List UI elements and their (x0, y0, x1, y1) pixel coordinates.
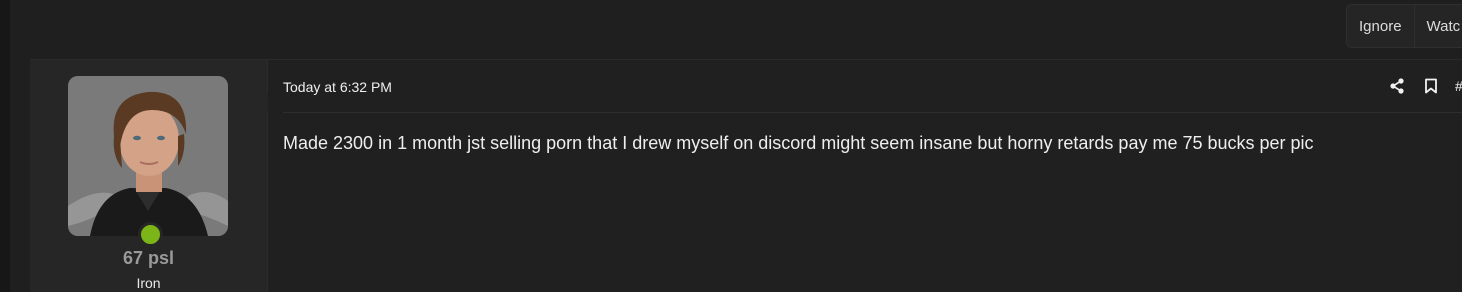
post-user-cell: 67 psl Iron (30, 60, 268, 292)
post: 67 psl Iron Today at 6:32 PM Made 2300 i… (30, 59, 1462, 292)
share-icon[interactable] (1387, 76, 1407, 96)
ignore-button[interactable]: Ignore (1347, 5, 1415, 47)
left-rail (0, 0, 10, 292)
post-number-link[interactable]: # (1455, 78, 1462, 94)
post-tools: # (1387, 76, 1462, 96)
thread-actions: Ignore Watc (1346, 4, 1462, 48)
post-timestamp[interactable]: Today at 6:32 PM (283, 79, 392, 95)
online-status-indicator (138, 222, 163, 247)
message-arrow (257, 92, 268, 112)
post-header: Today at 6:32 PM # (283, 60, 1462, 113)
post-message: Made 2300 in 1 month jst selling porn th… (283, 133, 1314, 153)
avatar[interactable] (68, 76, 228, 236)
thread-page: Ignore Watc 67 psl Iron Today at 6:32 PM… (0, 0, 1462, 292)
bookmark-icon[interactable] (1421, 76, 1441, 96)
post-author-title: Iron (136, 275, 161, 291)
post-author-username[interactable]: 67 psl (30, 248, 267, 269)
watch-button[interactable]: Watc (1415, 5, 1462, 47)
avatar-image (68, 76, 228, 236)
